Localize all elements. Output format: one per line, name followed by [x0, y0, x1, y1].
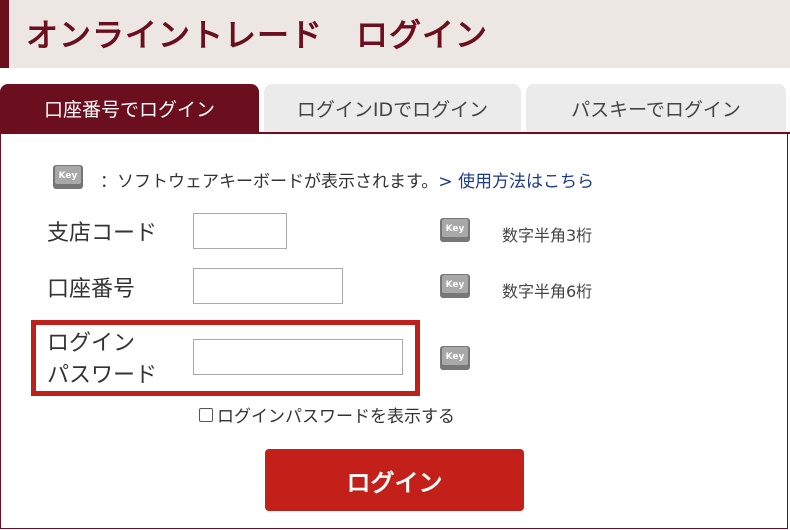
password-input[interactable]: [193, 339, 403, 375]
usage-help-link[interactable]: > 使用方法はこちら: [438, 172, 594, 192]
svg-text:Key: Key: [446, 280, 465, 290]
header-accent-bar: [0, 0, 9, 68]
login-button[interactable]: ログイン: [265, 449, 524, 511]
tab-underline: [0, 132, 790, 134]
tab-passkey-login[interactable]: パスキーでログイン: [526, 84, 786, 132]
branch-code-label: 支店コード: [47, 221, 158, 246]
show-password-checkbox[interactable]: [199, 407, 213, 422]
branch-code-keyboard-icon[interactable]: Key: [439, 216, 471, 244]
show-password-row[interactable]: ログインパスワードを表示する: [199, 402, 455, 427]
software-keyboard-note-text: ：ソフトウェアキーボードが表示されます。: [100, 172, 439, 192]
tab-login-id-login[interactable]: ログインIDでログイン: [264, 84, 521, 132]
account-number-input[interactable]: [193, 268, 343, 304]
account-number-hint: 数字半角6桁: [502, 282, 593, 301]
password-label-line2: パスワード: [47, 363, 158, 388]
branch-code-hint: 数字半角3桁: [502, 226, 593, 245]
key-icon: Key: [53, 165, 83, 189]
page-header: オンライントレード ログイン: [0, 0, 790, 68]
tab-account-number-login[interactable]: 口座番号でログイン: [0, 84, 259, 132]
software-keyboard-note: ：ソフトウェアキーボードが表示されます。> 使用方法はこちら: [100, 167, 594, 192]
account-number-label: 口座番号: [47, 277, 136, 302]
account-number-keyboard-icon[interactable]: Key: [439, 272, 471, 300]
branch-code-input[interactable]: [193, 213, 287, 249]
password-label-line1: ログイン: [47, 331, 136, 356]
svg-text:Key: Key: [446, 352, 465, 362]
svg-text:Key: Key: [59, 171, 78, 181]
page-title: オンライントレード ログイン: [26, 16, 489, 54]
show-password-label: ログインパスワードを表示する: [217, 407, 455, 427]
svg-text:Key: Key: [446, 224, 465, 234]
password-keyboard-icon[interactable]: Key: [439, 344, 471, 372]
